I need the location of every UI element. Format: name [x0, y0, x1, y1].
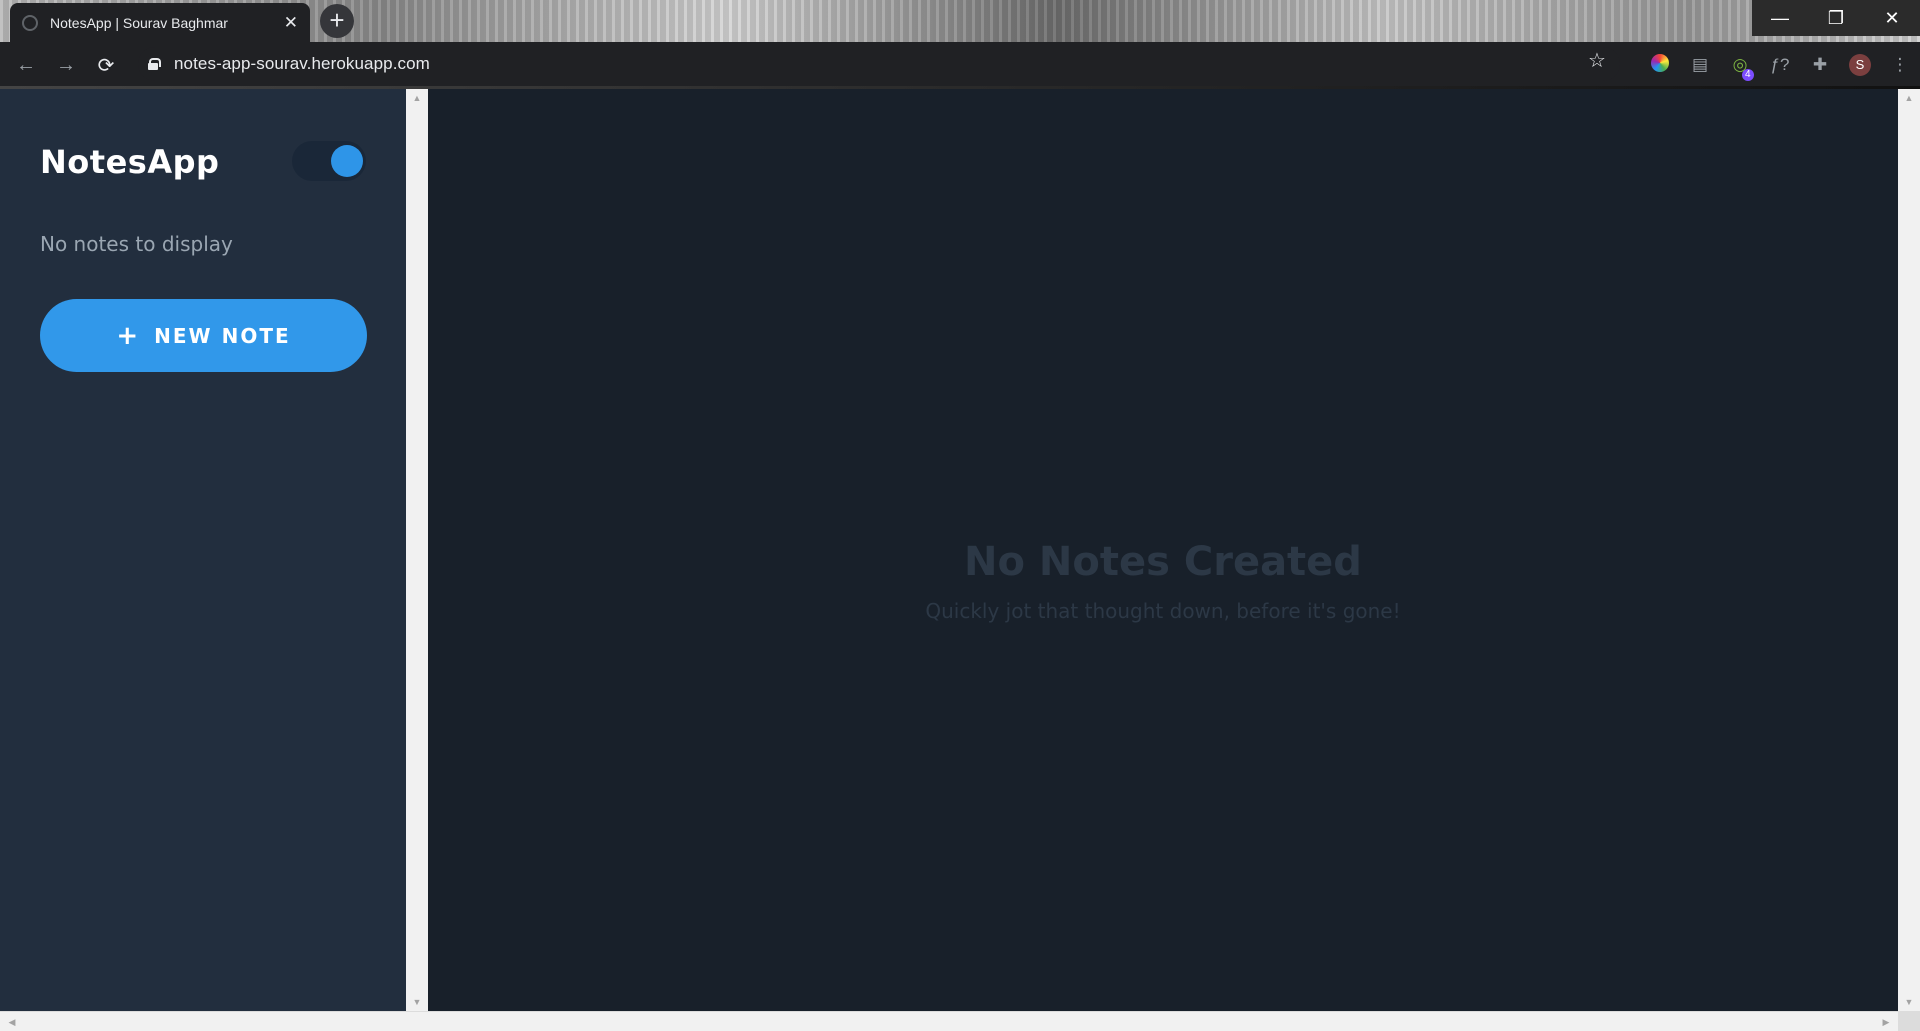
font-extension-icon[interactable]: ƒ?	[1760, 55, 1800, 75]
page-viewport: NotesApp No notes to display + NEW NOTE …	[0, 89, 1920, 1031]
bookmark-star-icon[interactable]: ☆	[1588, 48, 1606, 73]
empty-state-subtext: Quickly jot that thought down, before it…	[925, 599, 1401, 623]
scroll-up-arrow-icon[interactable]: ▲	[406, 93, 428, 103]
sidebar-scrollbar[interactable]: ▲ ▼	[406, 89, 428, 1011]
main-panel: No Notes Created Quickly jot that though…	[428, 89, 1898, 1011]
scroll-left-arrow-icon[interactable]: ◀	[2, 1017, 22, 1028]
empty-notes-label: No notes to display	[40, 232, 233, 256]
scroll-down-arrow-icon[interactable]: ▼	[1898, 997, 1920, 1007]
empty-state-heading: No Notes Created	[964, 539, 1362, 585]
toggle-knob	[331, 145, 363, 177]
app-title: NotesApp	[40, 143, 220, 181]
browser-toolbar: ← → ⟳ notes-app-sourav.herokuapp.com ☆ ▤…	[0, 42, 1920, 88]
theme-toggle[interactable]	[292, 141, 366, 181]
profile-avatar[interactable]: S	[1840, 54, 1880, 76]
maximize-button[interactable]: ❐	[1808, 0, 1864, 36]
browser-tab[interactable]: NotesApp | Sourav Baghmar ✕	[10, 3, 310, 42]
browser-titlebar: NotesApp | Sourav Baghmar ✕ + — ❐ ✕	[0, 0, 1920, 42]
scroll-right-arrow-icon[interactable]: ▶	[1876, 1017, 1896, 1028]
address-bar[interactable]: notes-app-sourav.herokuapp.com	[138, 47, 1620, 81]
new-note-label: NEW NOTE	[154, 323, 291, 348]
plus-icon: +	[116, 320, 141, 351]
new-tab-button[interactable]: +	[320, 4, 354, 38]
close-window-button[interactable]: ✕	[1864, 0, 1920, 36]
back-button[interactable]: ←	[6, 54, 46, 77]
main-scrollbar[interactable]: ▲ ▼	[1898, 89, 1920, 1011]
extensions-area: ▤ ◎ 4 ƒ? ✚ S ⋮	[1640, 42, 1920, 88]
globe-icon	[22, 14, 38, 31]
reader-extension-icon[interactable]: ▤	[1680, 55, 1720, 75]
reload-button[interactable]: ⟳	[86, 53, 126, 78]
close-tab-icon[interactable]: ✕	[284, 14, 298, 31]
kebab-menu-icon[interactable]: ⋮	[1880, 55, 1920, 75]
scroll-up-arrow-icon[interactable]: ▲	[1898, 93, 1920, 103]
lock-icon[interactable]	[148, 58, 161, 70]
scroll-down-arrow-icon[interactable]: ▼	[406, 997, 428, 1007]
scrollbar-corner	[1898, 1011, 1920, 1031]
forward-button[interactable]: →	[46, 54, 86, 77]
minimize-button[interactable]: —	[1752, 0, 1808, 36]
puzzle-extensions-icon[interactable]: ✚	[1800, 55, 1840, 75]
sidebar: NotesApp No notes to display + NEW NOTE	[0, 89, 406, 1011]
url-text[interactable]: notes-app-sourav.herokuapp.com	[174, 54, 430, 74]
tab-title: NotesApp | Sourav Baghmar	[50, 14, 228, 31]
new-note-button[interactable]: + NEW NOTE	[40, 299, 367, 372]
horizontal-scrollbar[interactable]: ◀ ▶	[0, 1011, 1898, 1031]
timer-extension-icon[interactable]: ◎ 4	[1720, 55, 1760, 81]
color-picker-extension-icon[interactable]	[1640, 53, 1680, 77]
extension-badge: 4	[1742, 69, 1754, 81]
